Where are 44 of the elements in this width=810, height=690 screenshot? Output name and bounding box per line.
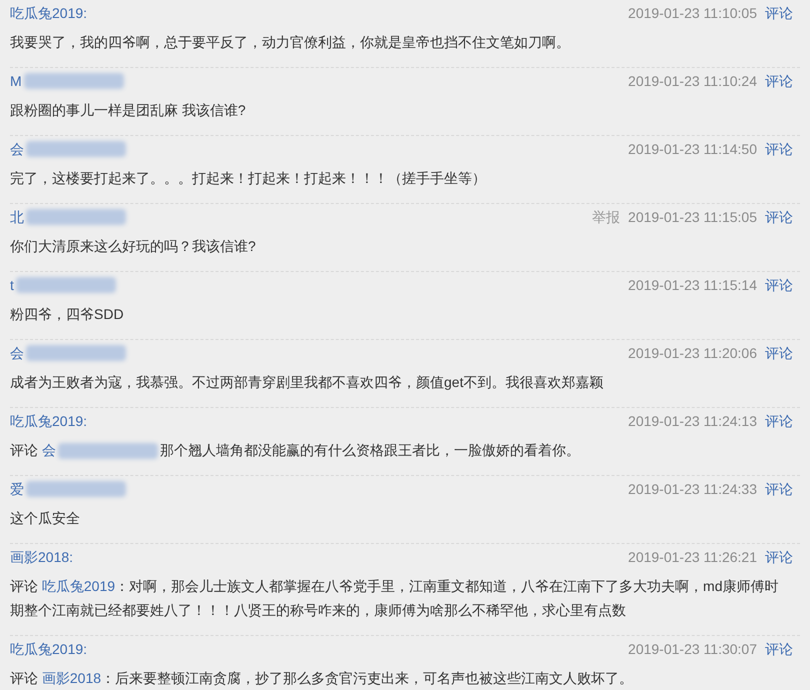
comment-link[interactable]: 评论 [765, 139, 793, 159]
comment-text: 成者为王败者为寇，我慕强。不过两部青穿剧里我都不喜欢四爷，颜值get不到。我很喜欢郑嘉颖 [10, 373, 604, 392]
comment-link[interactable]: 评论 [765, 275, 793, 295]
username-link[interactable]: 吃瓜兔2019 [42, 578, 116, 594]
username-link[interactable]: 吃瓜兔2019: [10, 3, 88, 23]
comment-link[interactable]: 评论 [765, 343, 793, 363]
comment-time: 2019-01-23 11:15:14 [628, 276, 757, 295]
comment-text: 这个瓜安全 [10, 509, 81, 528]
username-link[interactable]: 吃瓜兔2019: [10, 411, 88, 431]
username-link[interactable]: 画影2018: [10, 547, 74, 567]
username-link[interactable]: 吃瓜兔2019: [10, 639, 88, 659]
comment-link[interactable]: 评论 [765, 71, 793, 91]
username-link[interactable]: t [10, 275, 14, 295]
comment-link[interactable]: 评论 [765, 3, 793, 23]
username-link[interactable]: 爱 [10, 479, 24, 499]
comment-time: 2019-01-23 11:26:21 [628, 548, 757, 567]
comment-link[interactable]: 评论 [765, 479, 793, 499]
comment-time: 2019-01-23 11:20:06 [628, 344, 757, 363]
username-link[interactable]: M [10, 71, 22, 91]
comment-time: 2019-01-23 11:24:33 [628, 480, 757, 499]
comment-link[interactable]: 评论 [765, 547, 793, 567]
comment-text: 评论 吃瓜兔2019：对啊，那会儿士族文人都掌握在八爷党手里，江南重文都知道，八爷在江南下了多大功夫啊，md康师傅时期整个江南就已经都要姓八了！！！八贤王的称号咋来的，康师傅为啥那么不稀罕他，求心里有点数 [10, 577, 780, 620]
comment-link[interactable]: 评论 [765, 207, 793, 227]
comment-text: 评论 会 那个翘人墙角都没能赢的有什么资格跟王者比，一脸傲娇的看着你。 [10, 441, 581, 462]
comment-time: 2019-01-23 11:14:50 [628, 140, 757, 159]
comment-text: 完了，这楼要打起来了。。。打起来！打起来！打起来！！！（搓手手坐等） [10, 169, 487, 188]
comment-link[interactable]: 评论 [765, 411, 793, 431]
username-link[interactable]: 北 [10, 207, 24, 227]
comment-time: 2019-01-23 11:10:05 [628, 4, 757, 23]
username-link[interactable]: 会 [10, 343, 24, 363]
comment-text: 粉四爷，四爷SDD [10, 305, 125, 324]
comment-text: 评论 画影2018：后来要整顿江南贪腐，抄了那么多贪官污吏出来，可名声也被这些江南文人败坏了。 [10, 669, 634, 688]
report-link[interactable]: 举报 [592, 207, 620, 227]
username-link[interactable]: 会 [42, 442, 56, 458]
comment-text: 我要哭了，我的四爷啊，总于要平反了，动力官僚利益，你就是皇帝也挡不住文笔如刀啊。 [10, 33, 571, 52]
comment-time: 2019-01-23 11:30:07 [628, 640, 757, 659]
comment-time: 2019-01-23 11:10:24 [628, 72, 757, 91]
comment-link[interactable]: 评论 [765, 639, 793, 659]
username-link[interactable]: 会 [10, 139, 24, 159]
comment-text: 跟粉圈的事儿一样是团乱麻 我该信谁? [10, 101, 247, 120]
comment-time: 2019-01-23 11:15:05 [628, 208, 757, 227]
comment-time: 2019-01-23 11:24:13 [628, 412, 757, 431]
username-link[interactable]: 画影2018 [42, 670, 102, 686]
comment-text: 你们大清原来这么好玩的吗？我该信谁? [10, 237, 257, 256]
